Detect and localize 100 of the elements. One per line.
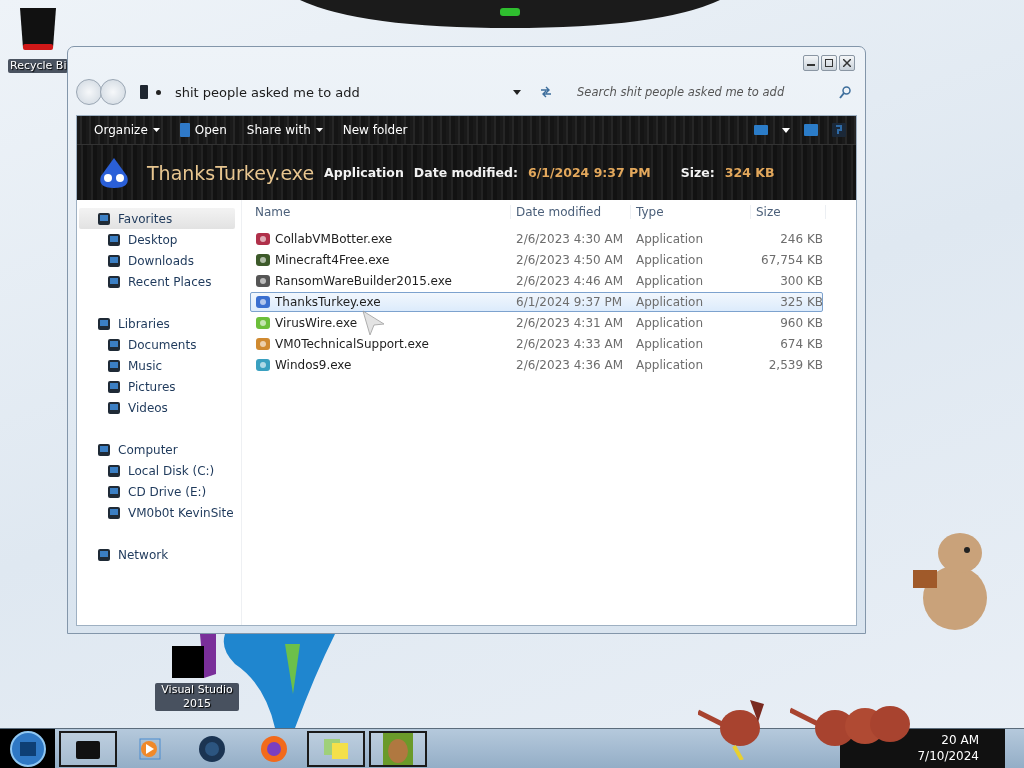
toolbar-button[interactable]: Open xyxy=(172,120,234,140)
nav-item[interactable]: CD Drive (E:) xyxy=(79,481,235,502)
firefox-icon xyxy=(260,735,288,763)
visual-studio-icon[interactable] xyxy=(170,634,218,680)
file-row[interactable]: Minecraft4Free.exe 2/6/2023 4:50 AM Application 67,754 KB xyxy=(250,250,823,270)
application-icon xyxy=(255,231,271,247)
nav-item-icon xyxy=(107,400,121,415)
taskbar-button[interactable] xyxy=(307,731,365,767)
nav-item[interactable]: Network xyxy=(79,544,235,565)
type-cell-text: Application xyxy=(635,316,705,330)
address-bar[interactable]: shit people asked me to add xyxy=(132,80,561,104)
file-name-cell: Minecraft4Free.exe xyxy=(275,253,390,267)
nav-item[interactable]: Videos xyxy=(79,397,235,418)
date-cell-text: 2/6/2023 4:33 AM xyxy=(515,337,625,351)
nav-item-icon xyxy=(107,232,121,247)
column-header[interactable]: Date modified xyxy=(511,205,631,219)
sticky-notes-icon xyxy=(322,737,350,761)
toolbar-button[interactable]: New folder xyxy=(335,120,415,140)
date-cell-text: 2/6/2023 4:46 AM xyxy=(515,274,625,288)
toolbar-button[interactable]: Organize xyxy=(87,120,167,140)
nav-item[interactable]: Music xyxy=(79,355,235,376)
clock[interactable]: 20 AM 7/10/2024 xyxy=(917,732,979,764)
file-row[interactable]: CollabVMBotter.exe 2/6/2023 4:30 AM Application 246 KB xyxy=(250,229,823,249)
hamster-app-icon xyxy=(383,733,413,765)
desktop-icon-label[interactable]: Recycle Bi xyxy=(8,59,69,73)
size-cell-text: 2,539 KB xyxy=(767,358,823,372)
file-name-cell: VirusWire.exe xyxy=(275,316,358,330)
nav-item[interactable]: Local Disk (C:) xyxy=(79,460,235,481)
file-name-cell: VM0TechnicalSupport.exe xyxy=(275,337,429,351)
application-icon xyxy=(255,315,271,331)
nav-group-icon xyxy=(97,547,111,562)
taskbar-button[interactable] xyxy=(59,731,117,767)
nav-item[interactable]: Documents xyxy=(79,334,235,355)
file-row[interactable]: ThanksTurkey.exe 6/1/2024 9:37 PM Application 325 KB xyxy=(250,292,823,312)
minimize-button[interactable] xyxy=(803,55,819,71)
maximize-button[interactable] xyxy=(821,55,837,71)
nav-item[interactable]: VM0b0t KevinSite xyxy=(79,502,235,523)
dropdown-caret-icon[interactable] xyxy=(782,127,790,133)
type-cell-text: Application xyxy=(635,295,705,309)
size-cell-text: 960 KB xyxy=(779,316,823,330)
nav-item[interactable]: Pictures xyxy=(79,376,235,397)
close-icon xyxy=(843,59,851,67)
application-icon xyxy=(255,273,271,289)
nav-item-icon xyxy=(107,505,121,520)
nav-item-icon xyxy=(107,463,121,478)
size-cell-text: 246 KB xyxy=(779,232,823,246)
start-orb-icon[interactable] xyxy=(9,731,46,767)
application-icon xyxy=(255,357,271,373)
date-cell-text: 2/6/2023 4:31 AM xyxy=(515,316,625,330)
toolbar-button[interactable]: Share with xyxy=(239,120,330,140)
taskbar-button[interactable] xyxy=(369,731,427,767)
size-cell-text: 67,754 KB xyxy=(760,253,823,267)
file-row[interactable]: VM0TechnicalSupport.exe 2/6/2023 4:33 AM Application 674 KB xyxy=(250,334,823,354)
close-button[interactable] xyxy=(839,55,855,71)
column-header[interactable]: Type xyxy=(631,205,751,219)
type-cell-text: Application xyxy=(635,253,705,267)
file-row[interactable]: Windos9.exe 2/6/2023 4:36 AM Application 2,539 KB xyxy=(250,355,823,375)
nav-item[interactable]: Desktop xyxy=(79,229,235,250)
computer-tower-icon xyxy=(140,85,148,99)
globe-icon xyxy=(198,735,226,763)
file-name-cell: CollabVMBotter.exe xyxy=(275,232,393,246)
search-icon xyxy=(839,85,851,99)
size-cell-text: 674 KB xyxy=(779,337,823,351)
date-cell-text: 2/6/2023 4:50 AM xyxy=(515,253,625,267)
nav-item-icon xyxy=(107,358,121,373)
creature-icon xyxy=(97,157,131,188)
address-path: shit people asked me to add xyxy=(175,84,360,100)
file-row[interactable]: VirusWire.exe 2/6/2023 4:31 AM Application 960 KB xyxy=(250,313,823,333)
type-cell-text: Application xyxy=(635,337,705,351)
nav-item[interactable]: Favorites xyxy=(79,208,235,229)
desktop-icon-label[interactable]: Visual Studio 2015 xyxy=(155,683,239,711)
size-cell-text: 325 KB xyxy=(779,295,823,309)
nav-group-icon xyxy=(97,442,111,457)
nav-item[interactable]: Computer xyxy=(79,439,235,460)
column-header[interactable]: Name xyxy=(250,205,511,219)
dropdown-caret-icon[interactable] xyxy=(513,89,521,95)
nav-item-icon xyxy=(107,337,121,352)
nav-group-icon xyxy=(97,211,111,226)
file-name-cell: RansomWareBuilder2015.exe xyxy=(275,274,452,288)
recycle-bin-icon[interactable] xyxy=(18,6,58,52)
mouse-cursor-icon xyxy=(362,310,386,336)
nav-item-icon xyxy=(107,379,121,394)
breadcrumb-dot-icon xyxy=(156,89,161,95)
application-icon xyxy=(255,294,271,310)
date-cell-text: 2/6/2023 4:30 AM xyxy=(515,232,625,246)
nav-item-icon xyxy=(107,274,121,289)
media-player-icon xyxy=(139,738,161,760)
nav-item[interactable]: Downloads xyxy=(79,250,235,271)
refresh-arrows-icon[interactable] xyxy=(539,86,553,98)
search-field[interactable]: Search shit people asked me to add xyxy=(567,80,857,104)
date-modified-label: Date modified: xyxy=(413,165,518,180)
date-cell-text: 2/6/2023 4:36 AM xyxy=(515,358,625,372)
nav-item[interactable]: Recent Places xyxy=(79,271,235,292)
nav-item[interactable]: Libraries xyxy=(79,313,235,334)
type-cell-text: Application xyxy=(635,232,705,246)
file-name: ThanksTurkey.exe xyxy=(147,161,315,184)
column-header[interactable]: Size xyxy=(751,205,826,219)
maximize-icon xyxy=(825,59,833,67)
file-name-cell: Windos9.exe xyxy=(275,358,352,372)
file-row[interactable]: RansomWareBuilder2015.exe 2/6/2023 4:46 AM Application 300 KB xyxy=(250,271,823,291)
